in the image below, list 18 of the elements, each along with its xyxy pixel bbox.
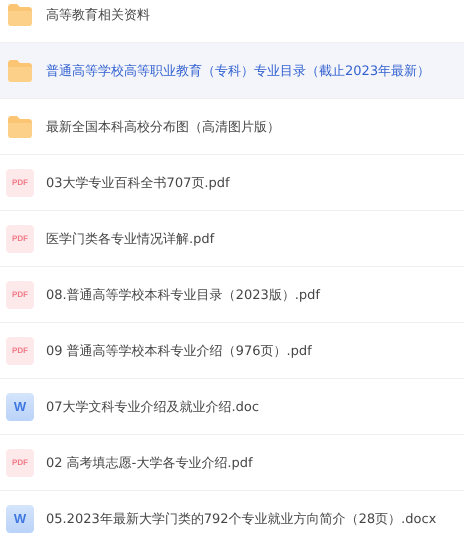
pdf-file-icon: PDF [6,280,34,308]
file-name: 05.2023年最新大学门类的792个专业就业方向简介（28页）.docx [46,510,436,528]
pdf-file-icon: PDF [6,448,34,476]
file-name: 高等教育相关资料 [46,6,150,24]
file-row[interactable]: 普通高等学校高等职业教育（专科）专业目录（截止2023年最新） [0,43,464,99]
word-file-icon: W [6,504,34,532]
file-name: 09 普通高等学校本科专业介绍（976页）.pdf [46,342,312,360]
file-name: 02 高考填志愿-大学各专业介绍.pdf [46,454,253,472]
pdf-file-icon: PDF [6,224,34,252]
file-name: 最新全国本科高校分布图（高清图片版） [46,118,280,136]
file-name: 03大学专业百科全书707页.pdf [46,174,230,192]
file-name: 08.普通高等学校本科专业目录（2023版）.pdf [46,286,320,304]
file-name: 医学门类各专业情况详解.pdf [46,230,214,248]
pdf-file-icon: PDF [6,168,34,196]
file-name: 07大学文科专业介绍及就业介绍.doc [46,398,260,416]
word-file-icon: W [6,392,34,420]
pdf-file-icon: PDF [6,336,34,364]
file-name: 普通高等学校高等职业教育（专科）专业目录（截止2023年最新） [46,62,430,80]
